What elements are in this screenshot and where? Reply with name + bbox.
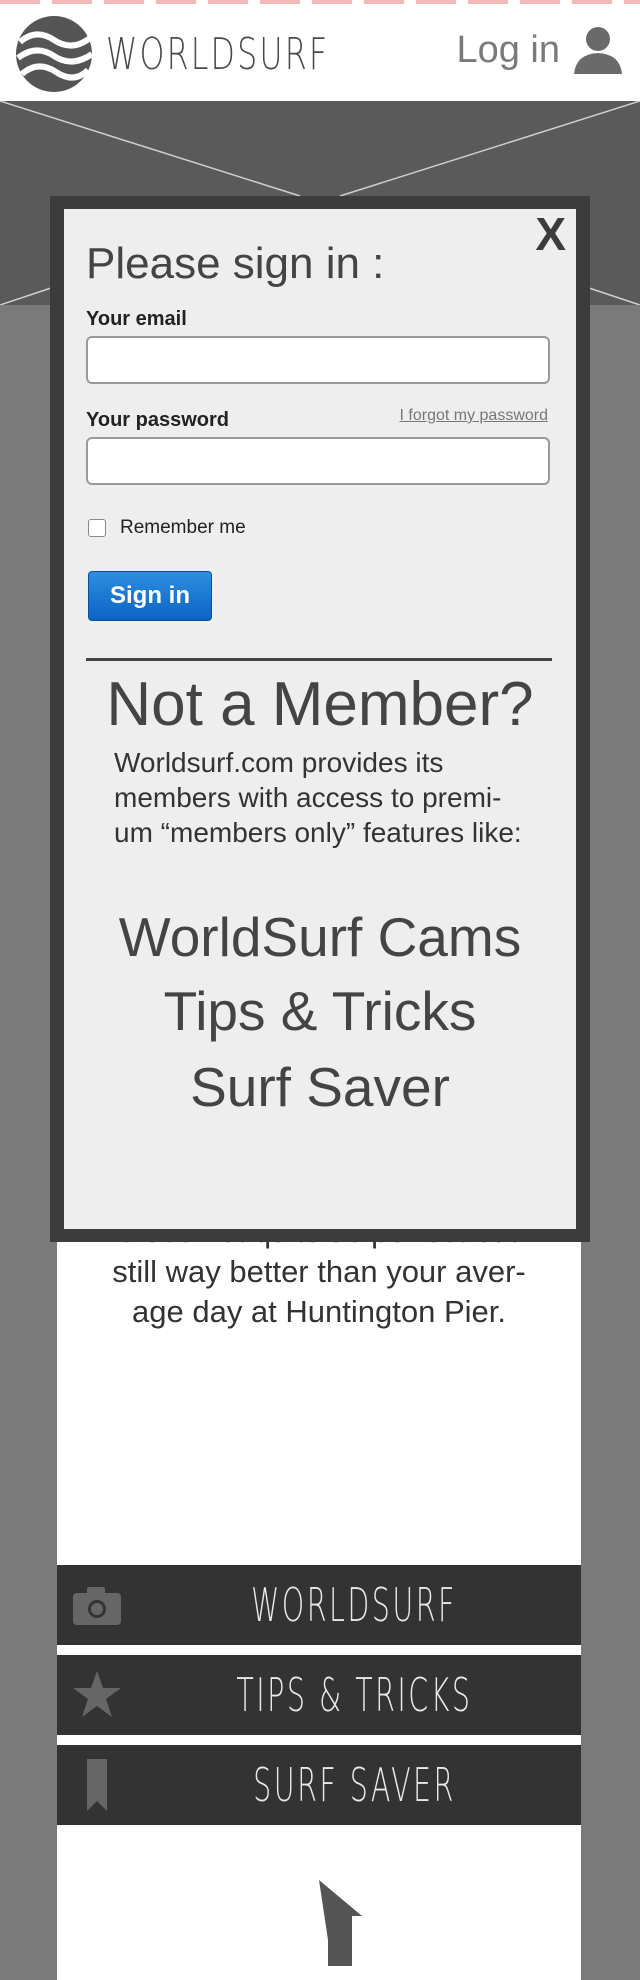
password-label: Your password [86,409,229,431]
site-logo[interactable]: WORLDSURF [14,14,416,94]
perk-item: Surf Saver [190,1056,450,1118]
feature-label: SURF SAVER [252,1758,456,1812]
remember-me-label: Remember me [120,517,246,538]
intro-line: age day at Huntington Pier. [132,1294,506,1329]
feature-worldsurf-cams[interactable]: WORLDSURF CAMS [57,1565,581,1712]
modal-title: Please sign in : [86,239,385,288]
feature-surf-saver[interactable]: SURF SAVER [57,1745,581,1825]
sign-in-modal: X Please sign in : Your email Your passw… [64,209,576,1229]
remember-me-row: Remember me [88,517,246,539]
divider [86,658,552,661]
login-link[interactable]: Log in [456,24,624,76]
close-modal-button[interactable]: X [535,209,566,259]
not-member-description: Worldsurf.com provides its members with … [114,747,522,848]
star-icon [73,1671,121,1717]
bookmark-icon [87,1759,107,1811]
email-field[interactable] [86,336,550,384]
email-label: Your email [86,308,187,330]
user-icon [574,27,622,74]
site-header: WORLDSURF Log in [0,4,640,102]
intro-line: still way better than your aver- [112,1254,526,1289]
not-member-title: Not a Member? [106,670,534,739]
perk-item: WorldSurf Cams [118,906,522,968]
password-field[interactable] [86,437,550,485]
brand-name: WORLDSURF [106,28,330,80]
perk-item: Tips & Tricks [163,980,477,1042]
home-icon[interactable] [274,1878,364,1968]
login-label: Log in [456,28,560,71]
wave-logo-icon [16,16,94,92]
feature-tips-tricks[interactable]: TIPS & TRICKS [57,1655,581,1735]
sign-in-button[interactable]: Sign in [88,571,212,621]
feature-label: TIPS & TRICKS [235,1668,473,1722]
camera-icon [73,1587,121,1625]
forgot-password-link[interactable]: I forgot my password [400,407,549,425]
remember-me-checkbox[interactable] [88,519,106,537]
